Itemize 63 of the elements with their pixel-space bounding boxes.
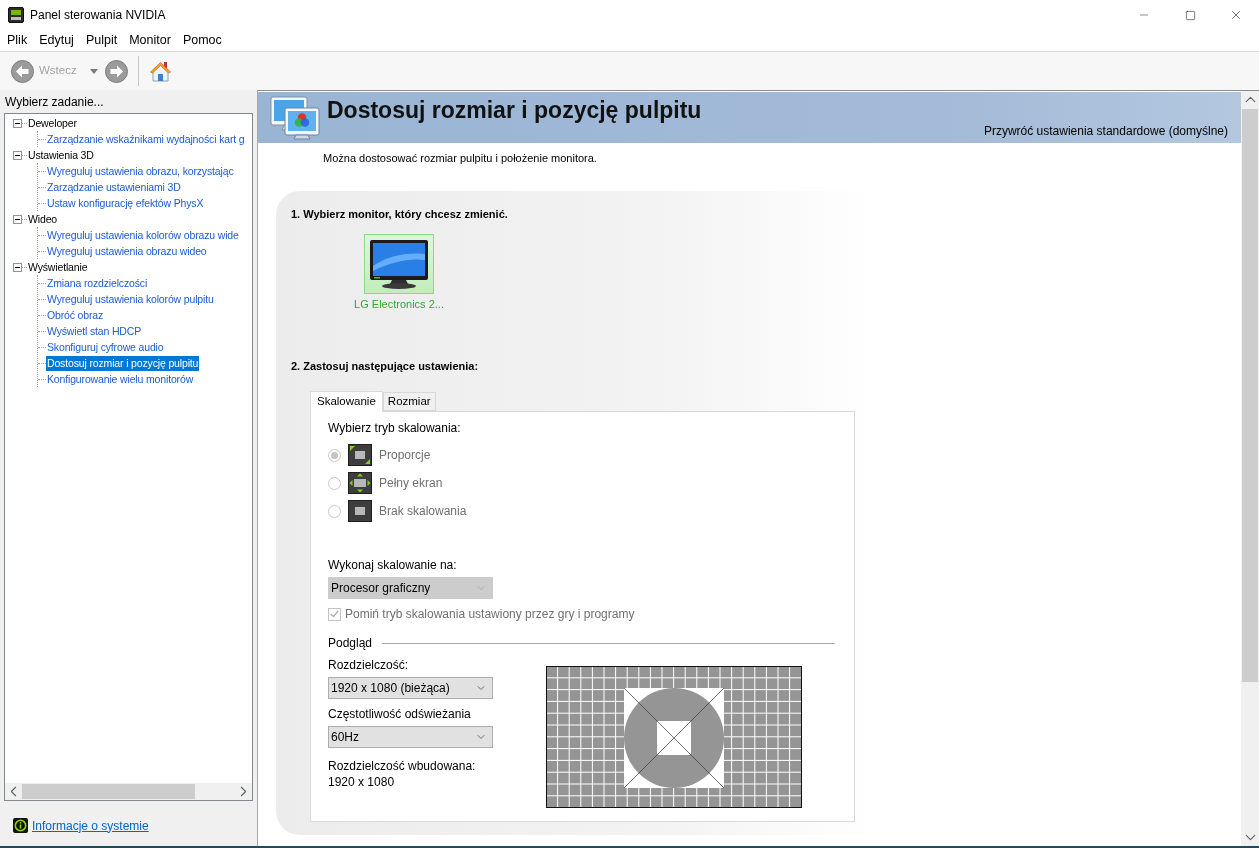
minus-box-icon[interactable] bbox=[13, 214, 22, 224]
page-description: Można dostosować rozmiar pulpitu i położenie monitora. bbox=[322, 151, 598, 165]
menu-item[interactable]: Monitor bbox=[123, 30, 177, 51]
native-resolution-value: 1920 x 1080 bbox=[328, 775, 396, 789]
monitor-tile[interactable] bbox=[364, 234, 434, 294]
tree-category[interactable]: Wideo bbox=[27, 211, 58, 227]
tree-item[interactable]: Wyreguluj ustawienia kolorów obrazu wide bbox=[46, 227, 240, 243]
minus-box-icon[interactable] bbox=[13, 262, 22, 272]
restore-defaults-link[interactable]: Przywróć ustawienia standardowe (domyślne) bbox=[983, 124, 1228, 138]
scale-aspect-icon bbox=[348, 444, 372, 466]
tab[interactable]: Rozmiar bbox=[382, 392, 436, 411]
section-label: Wybierz tryb skalowania: bbox=[328, 421, 462, 435]
horizontal-scrollbar[interactable] bbox=[5, 783, 252, 800]
tree-item[interactable]: Zmiana rozdzielczości bbox=[46, 275, 149, 291]
home-button[interactable] bbox=[148, 59, 172, 83]
tree-item[interactable]: Wyreguluj ustawienia obrazu, korzystając bbox=[46, 163, 235, 179]
scrollbar-thumb[interactable] bbox=[22, 784, 195, 799]
tab[interactable]: Skalowanie bbox=[310, 391, 383, 412]
system-info-link[interactable]: Informacje o systemie bbox=[32, 818, 149, 833]
check-icon bbox=[330, 610, 339, 618]
tree-item[interactable]: Wyświetl stan HDCP bbox=[46, 323, 143, 339]
field-label: Częstotliwość odświeżania bbox=[328, 707, 472, 721]
step-heading: 2. Zastosuj następujące ustawienia: bbox=[291, 359, 480, 373]
tree-item[interactable]: Obróć obraz bbox=[46, 307, 105, 323]
tree-category[interactable]: Ustawienia 3D bbox=[27, 147, 95, 163]
tree-item[interactable]: Zarządzanie wskaźnikami wydajności kart g bbox=[46, 131, 246, 147]
field-label: Wykonaj skalowanie na: bbox=[328, 558, 458, 572]
info-icon bbox=[13, 818, 28, 833]
tree-item[interactable]: Wyreguluj ustawienia obrazu wideo bbox=[46, 243, 208, 259]
tree-item[interactable]: Ustaw konfigurację efektów PhysX bbox=[46, 195, 205, 211]
dropdown[interactable]: 60Hz bbox=[328, 726, 493, 748]
dropdown[interactable]: 1920 x 1080 (bieżąca) bbox=[328, 677, 493, 699]
monitor-name: LG Electronics 2... bbox=[354, 297, 444, 311]
scrollbar-thumb[interactable] bbox=[1242, 109, 1258, 682]
menu-item[interactable]: Edytuj bbox=[33, 30, 80, 51]
tree-category[interactable]: Deweloper bbox=[27, 115, 78, 131]
menu-item[interactable]: Pulpit bbox=[79, 30, 124, 51]
minus-box-icon[interactable] bbox=[13, 150, 22, 160]
app-icon bbox=[8, 7, 24, 23]
page-title: Dostosuj rozmiar i pozycję pulpitu bbox=[327, 96, 703, 124]
close-icon bbox=[1229, 8, 1243, 22]
monitor-icon bbox=[368, 238, 430, 290]
no-scale-icon bbox=[348, 500, 372, 522]
minus-box-icon[interactable] bbox=[13, 118, 22, 128]
tree-item[interactable]: Skonfiguruj cyfrowe audio bbox=[46, 339, 165, 355]
maximize-icon bbox=[1184, 9, 1196, 21]
menu-item[interactable]: Plik bbox=[1, 30, 34, 51]
field-label: Rozdzielczość wbudowana: bbox=[328, 759, 477, 773]
tree-item[interactable]: Dostosuj rozmiar i pozycję pulpitu bbox=[46, 355, 200, 371]
tree-item[interactable]: Zarządzanie ustawieniami 3D bbox=[46, 179, 182, 195]
tree-item[interactable]: Konfigurowanie wielu monitorów bbox=[46, 371, 195, 387]
window-title: Panel sterowania NVIDIA bbox=[30, 7, 166, 24]
home-icon bbox=[148, 59, 172, 83]
menu-item[interactable]: Pomoc bbox=[176, 30, 228, 51]
tree-item[interactable]: Wyreguluj ustawienia kolorów pulpitu bbox=[46, 291, 215, 307]
scale-full-icon bbox=[348, 472, 372, 494]
field-label: Rozdzielczość: bbox=[328, 658, 410, 672]
sidebar-heading: Wybierz zadanie... bbox=[4, 94, 105, 109]
monitors-icon bbox=[270, 95, 322, 141]
caret-down-icon bbox=[89, 68, 98, 74]
tree-category[interactable]: Wyświetlanie bbox=[27, 259, 89, 275]
group-heading: Podgląd bbox=[328, 636, 373, 650]
step-heading: 1. Wybierz monitor, który chcesz zmienić. bbox=[291, 207, 509, 221]
